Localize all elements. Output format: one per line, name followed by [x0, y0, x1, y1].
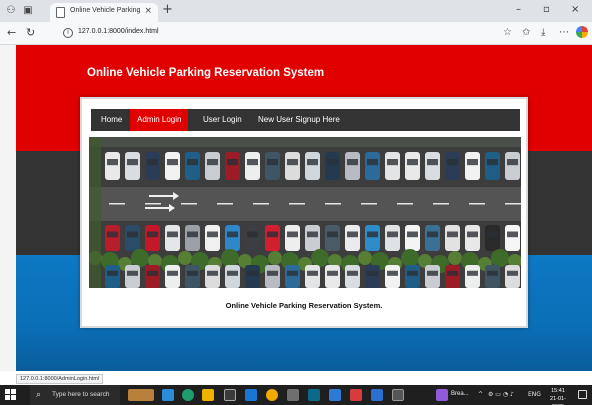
clock-date: 21-01-2025	[550, 396, 566, 405]
chrome-icon[interactable]	[266, 389, 278, 401]
web-page: Online Vehicle Parking Reservation Syste…	[16, 45, 592, 371]
page-icon	[56, 7, 65, 18]
site-title: Online Vehicle Parking Reservation Syste…	[87, 67, 325, 79]
app-icon[interactable]	[308, 389, 320, 401]
banner-caption: Online Vehicle Parking Reservation Syste…	[225, 301, 383, 310]
favorites-icon[interactable]: ✩	[522, 27, 530, 39]
address-bar[interactable]: i 127.0.0.1:8000/index.html	[58, 25, 498, 42]
address-bar-row: ← ↻ i 127.0.0.1:8000/index.html ☆ ✩ ⤓ ⋯	[0, 22, 592, 45]
nav-user-login[interactable]: User Login	[203, 109, 242, 131]
minimize-button[interactable]: –	[516, 4, 521, 15]
url-text[interactable]: 127.0.0.1:8000/index.html	[78, 28, 159, 35]
app-icon[interactable]	[245, 389, 257, 401]
windows-taskbar: ⌕ Type here to search Brea... ^ ⚙ ▭ ◔ ♪ …	[0, 385, 592, 405]
main-navbar: Home Admin Login User Login New User Sig…	[91, 109, 520, 131]
link-preview-status: 127.0.0.1:8000/AdminLogin.html	[16, 374, 104, 384]
tab-title: Online Vehicle Parking	[70, 7, 141, 14]
taskbar-clock[interactable]: 15:41 21-01-2025	[544, 387, 572, 405]
restore-button[interactable]: ▫	[543, 4, 550, 15]
running-app-label: Brea...	[451, 391, 469, 397]
screen: ⚇ ▣ Online Vehicle Parking × + – ▫ × ← ↻…	[0, 0, 592, 405]
app-icon[interactable]	[224, 389, 236, 401]
file-explorer-icon[interactable]	[202, 389, 214, 401]
tray-overflow-icon[interactable]: ^	[478, 391, 483, 399]
windows-start-icon[interactable]	[5, 389, 17, 401]
browser-tab-strip: ⚇ ▣ Online Vehicle Parking × + – ▫ ×	[0, 0, 592, 22]
profile-icon[interactable]: ⚇	[5, 5, 17, 17]
search-placeholder: Type here to search	[52, 391, 110, 398]
tab-actions-icon[interactable]: ▣	[22, 5, 34, 17]
download-icon[interactable]: ⤓	[541, 27, 545, 39]
app-icon[interactable]	[287, 389, 299, 401]
app-icon	[436, 389, 448, 401]
site-info-icon[interactable]: i	[63, 28, 73, 38]
parking-lot-banner-image	[89, 137, 521, 288]
copilot-icon[interactable]	[576, 26, 588, 38]
app-icon[interactable]	[162, 389, 174, 401]
nav-new-user-signup[interactable]: New User Signup Here	[258, 109, 340, 131]
refresh-icon[interactable]: ↻	[26, 26, 35, 40]
app-icon[interactable]	[371, 389, 383, 401]
search-icon: ⌕	[36, 390, 42, 400]
menu-icon[interactable]: ⋯	[559, 27, 569, 39]
taskbar-running-app[interactable]: Brea...	[436, 388, 472, 402]
favorite-star-icon[interactable]: ☆	[503, 27, 512, 39]
close-window-button[interactable]: ×	[571, 4, 579, 15]
notification-icon[interactable]	[578, 390, 587, 399]
new-tab-button[interactable]: +	[162, 3, 173, 17]
app-icon[interactable]	[329, 389, 341, 401]
close-tab-icon[interactable]: ×	[144, 6, 152, 16]
nav-admin-login[interactable]: Admin Login	[130, 109, 189, 131]
language-indicator[interactable]: ENG	[528, 391, 541, 399]
edge-icon[interactable]	[182, 389, 194, 401]
widget-icon[interactable]	[128, 389, 154, 401]
tray-icons[interactable]: ⚙ ▭ ◔ ♪	[488, 391, 514, 399]
taskbar-search[interactable]: ⌕ Type here to search	[30, 385, 120, 405]
clock-time: 15:41	[551, 388, 565, 394]
app-icon[interactable]	[392, 389, 404, 401]
browser-tab[interactable]: Online Vehicle Parking ×	[50, 3, 158, 22]
app-icon[interactable]	[350, 389, 362, 401]
parking-lot-illustration	[89, 137, 521, 288]
content-card: Home Admin Login User Login New User Sig…	[80, 97, 528, 328]
back-icon[interactable]: ←	[7, 26, 16, 40]
nav-home[interactable]: Home	[101, 109, 122, 131]
page-left-margin	[0, 45, 16, 371]
